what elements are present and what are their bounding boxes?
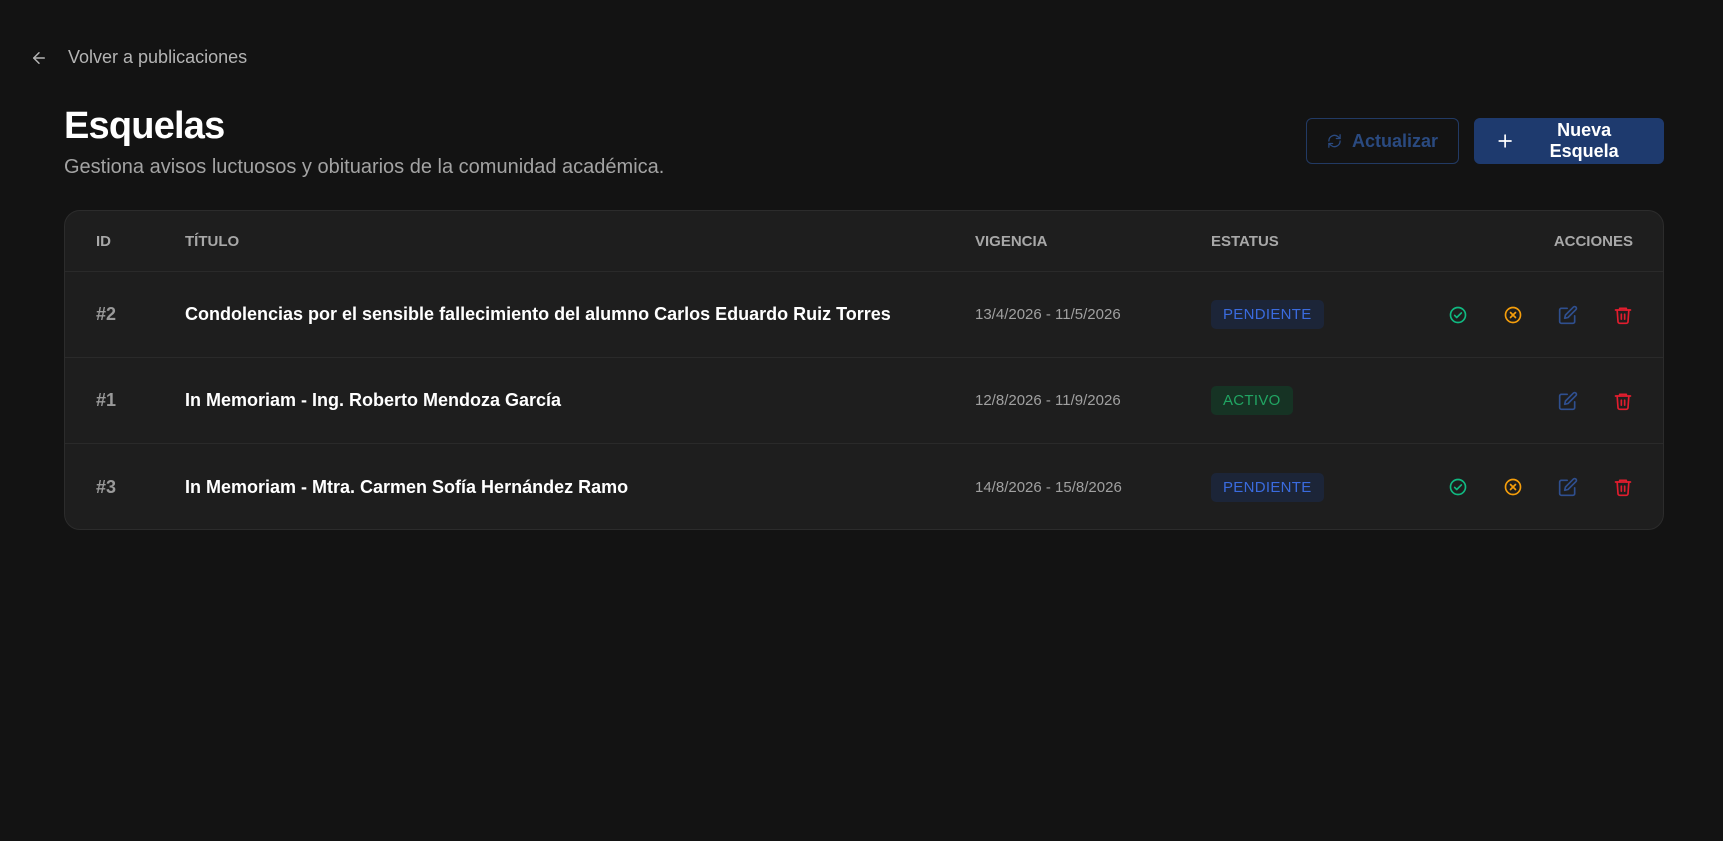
reject-icon[interactable] <box>1503 477 1523 497</box>
status-badge: ACTIVO <box>1211 386 1293 415</box>
row-title: In Memoriam - Mtra. Carmen Sofía Hernánd… <box>185 476 629 497</box>
trash-icon[interactable] <box>1613 305 1633 325</box>
page-title: Esquelas <box>64 105 225 147</box>
refresh-icon <box>1328 134 1341 148</box>
approve-icon[interactable] <box>1448 477 1468 497</box>
refresh-button-label: Actualizar <box>1351 130 1438 151</box>
status-badge: PENDIENTE <box>1211 300 1324 329</box>
table-row: #1 In Memoriam - Ing. Roberto Mendoza Ga… <box>65 358 1663 444</box>
col-actions: ACCIONES <box>1553 232 1633 250</box>
table-row: #2 Condolencias por el sensible fallecim… <box>65 272 1663 358</box>
row-id: #1 <box>96 390 117 410</box>
table-header: ID TÍTULO VIGENCIA ESTATUS ACCIONES <box>65 211 1663 272</box>
row-actions <box>1448 305 1633 325</box>
col-status: ESTATUS <box>1211 232 1279 250</box>
row-id: #2 <box>96 304 117 324</box>
refresh-button[interactable]: Actualizar <box>1306 118 1459 164</box>
trash-icon[interactable] <box>1613 477 1633 497</box>
header-actions: Actualizar Nueva Esquela <box>1306 118 1664 164</box>
approve-icon[interactable] <box>1448 305 1468 325</box>
table-row: #3 In Memoriam - Mtra. Carmen Sofía Hern… <box>65 444 1663 529</box>
back-link[interactable]: Volver a publicaciones <box>30 47 247 68</box>
page-header: Esquelas Gestiona avisos luctuosos y obi… <box>64 104 1664 179</box>
row-id: #3 <box>96 476 117 497</box>
reject-icon[interactable] <box>1503 305 1523 325</box>
plus-icon <box>1498 134 1512 148</box>
back-link-label: Volver a publicaciones <box>68 47 248 67</box>
trash-icon[interactable] <box>1613 391 1633 411</box>
new-esquela-button[interactable]: Nueva Esquela <box>1474 118 1664 164</box>
col-id: ID <box>96 232 111 250</box>
row-title: In Memoriam - Ing. Roberto Mendoza Garcí… <box>185 390 562 410</box>
edit-icon[interactable] <box>1558 305 1578 325</box>
edit-icon[interactable] <box>1558 477 1578 497</box>
row-title: Condolencias por el sensible fallecimien… <box>185 304 891 324</box>
page-subtitle: Gestiona avisos luctuosos y obituarios d… <box>64 156 665 178</box>
row-actions <box>1448 477 1633 497</box>
title-block: Esquelas Gestiona avisos luctuosos y obi… <box>64 104 664 179</box>
row-vigencia: 13/4/2026 - 11/5/2026 <box>975 306 1121 323</box>
row-actions <box>1448 391 1633 411</box>
status-badge: PENDIENTE <box>1211 472 1324 502</box>
col-title: TÍTULO <box>185 232 240 250</box>
arrow-left-icon <box>33 51 45 64</box>
esquelas-table: ID TÍTULO VIGENCIA ESTATUS ACCIONES #2 C… <box>64 210 1664 530</box>
row-vigencia: 12/8/2026 - 11/9/2026 <box>975 392 1121 409</box>
col-vigencia: VIGENCIA <box>975 232 1048 250</box>
edit-icon[interactable] <box>1558 391 1578 411</box>
new-esquela-button-label: Nueva Esquela <box>1549 120 1619 161</box>
row-vigencia: 14/8/2026 - 15/8/2026 <box>975 478 1122 496</box>
